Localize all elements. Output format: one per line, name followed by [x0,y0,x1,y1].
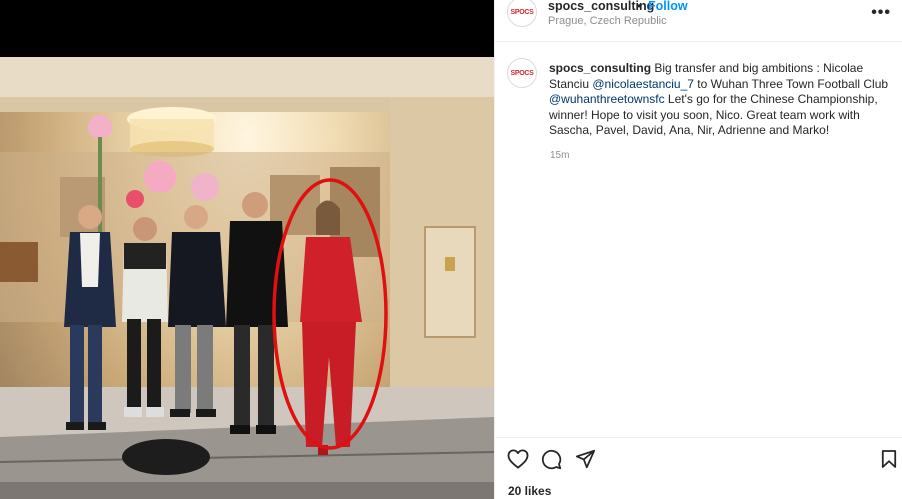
post-header: SPOCS spocs_consulting • Follow Prague, … [495,0,902,42]
photo-illustration [0,57,494,499]
post-detail-panel: SPOCS spocs_consulting • Follow Prague, … [494,0,902,499]
bookmark-icon[interactable] [881,449,897,469]
separator-dot: • [637,0,642,13]
post-timestamp[interactable]: 15m [550,150,569,161]
mention-nicolaestanciu[interactable]: @nicolaestanciu_7 [592,77,694,91]
caption-segment-2: to Wuhan Three Town Football Club [693,76,889,91]
likes-count[interactable]: 20 likes [508,484,551,498]
caption-avatar[interactable]: SPOCS [507,58,537,88]
follow-button[interactable]: Follow [648,0,688,13]
mention-wuhanthreetownsfc[interactable]: @wuhanthreetownsfc [549,92,665,106]
action-bar: 20 likes [495,437,902,499]
caption-text: spocs_consulting Big transfer and big am… [549,61,894,139]
post-photo-pane [0,0,494,499]
brand-logo: SPOCS [510,8,534,16]
location-link[interactable]: Prague, Czech Republic [548,15,667,27]
brand-logo: SPOCS [510,69,534,77]
post-photo[interactable] [0,57,494,499]
share-icon[interactable] [575,449,596,469]
heart-icon[interactable] [507,449,529,469]
caption-username[interactable]: spocs_consulting [549,61,651,75]
comment-icon[interactable] [541,449,562,470]
avatar[interactable]: SPOCS [507,0,537,27]
person-3 [168,205,226,417]
more-options-icon[interactable]: ••• [871,4,891,22]
